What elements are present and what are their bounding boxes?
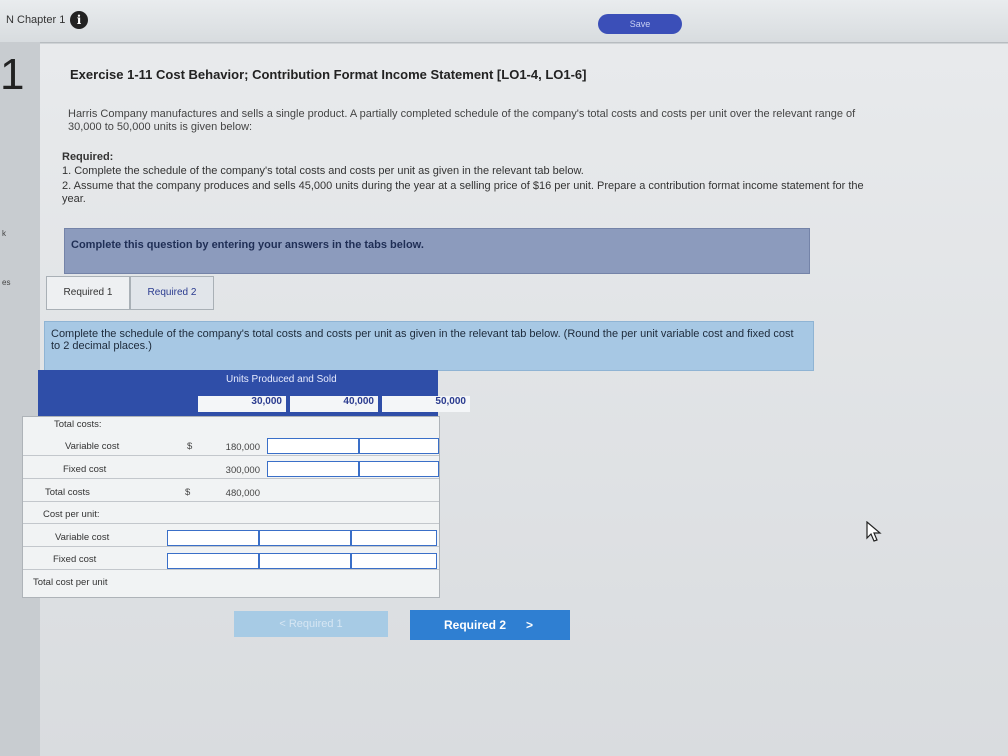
row-divider [23,523,439,524]
unit-variable-cost-30000-input[interactable] [167,530,259,546]
question-content: Exercise 1-11 Cost Behavior; Contributio… [22,44,1008,756]
row-divider [23,569,439,570]
question-number[interactable]: 1 [0,50,24,100]
cost-per-unit-label: Cost per unit: [43,509,100,520]
top-bar: N Chapter 1 i Save [0,0,1008,43]
column-header-40000: 40,000 [290,396,378,412]
instruction-text: Complete this question by entering your … [71,239,424,251]
required-heading: Required: [62,151,114,163]
chevron-right-icon: > [526,618,534,632]
total-cost-per-unit-label: Total cost per unit [33,577,108,588]
chapter-label: N Chapter 1 [6,14,66,26]
total-costs-sum-label: Total costs [45,487,90,498]
variable-cost-50000-input[interactable] [359,438,439,454]
unit-fixed-cost-label: Fixed cost [53,554,97,565]
fixed-cost-label: Fixed cost [63,464,107,475]
required-item-1: 1. Complete the schedule of the company'… [62,165,584,177]
row-divider [23,546,439,547]
column-header-30000: 30,000 [198,396,286,412]
tab-required-1[interactable]: Required 1 [46,276,130,310]
unit-variable-cost-40000-input[interactable] [259,530,351,546]
info-icon[interactable]: i [70,11,88,29]
variable-cost-40000-input[interactable] [267,438,359,454]
exercise-title: Exercise 1-11 Cost Behavior; Contributio… [70,67,587,82]
sidebar-label-2[interactable]: es [2,278,10,287]
required-item-2: 2. Assume that the company produces and … [62,180,864,205]
sidebar-label-1[interactable]: k [2,229,6,238]
unit-fixed-cost-40000-input[interactable] [259,553,351,569]
save-button[interactable]: Save [598,14,682,34]
units-header-title: Units Produced and Sold [226,374,337,385]
dollar-sign: $ [185,487,191,498]
panel-instruction: Complete the schedule of the company's t… [44,321,814,371]
instruction-bar: Complete this question by entering your … [64,228,810,274]
tab-required-2[interactable]: Required 2 [130,276,214,310]
dollar-sign: $ [187,441,193,452]
total-costs-label: Total costs: [54,419,102,430]
fixed-cost-40000-input[interactable] [267,461,359,477]
unit-fixed-cost-50000-input[interactable] [351,553,437,569]
fixed-cost-30000: 300,000 [225,465,260,476]
previous-required-button[interactable]: < Required 1 [234,611,388,637]
next-required-button[interactable]: Required 2 > [410,610,570,640]
fixed-cost-50000-input[interactable] [359,461,439,477]
unit-variable-cost-label: Variable cost [55,532,110,543]
variable-cost-label: Variable cost [65,441,120,452]
cost-schedule-table: Units Produced and Sold 30,000 40,000 50… [10,370,470,598]
next-required-label: Required 2 [444,618,507,632]
column-header-50000: 50,000 [382,396,470,412]
table-body: Total costs: Variable cost Fixed cost To… [22,416,440,598]
unit-variable-cost-50000-input[interactable] [351,530,437,546]
unit-fixed-cost-30000-input[interactable] [167,553,259,569]
variable-cost-30000: 180,000 [225,442,260,453]
total-costs-30000: 480,000 [225,488,260,499]
panel-instruction-text: Complete the schedule of the company's t… [51,328,794,352]
exercise-intro: Harris Company manufactures and sells a … [68,108,856,133]
mouse-cursor-icon [866,521,882,542]
